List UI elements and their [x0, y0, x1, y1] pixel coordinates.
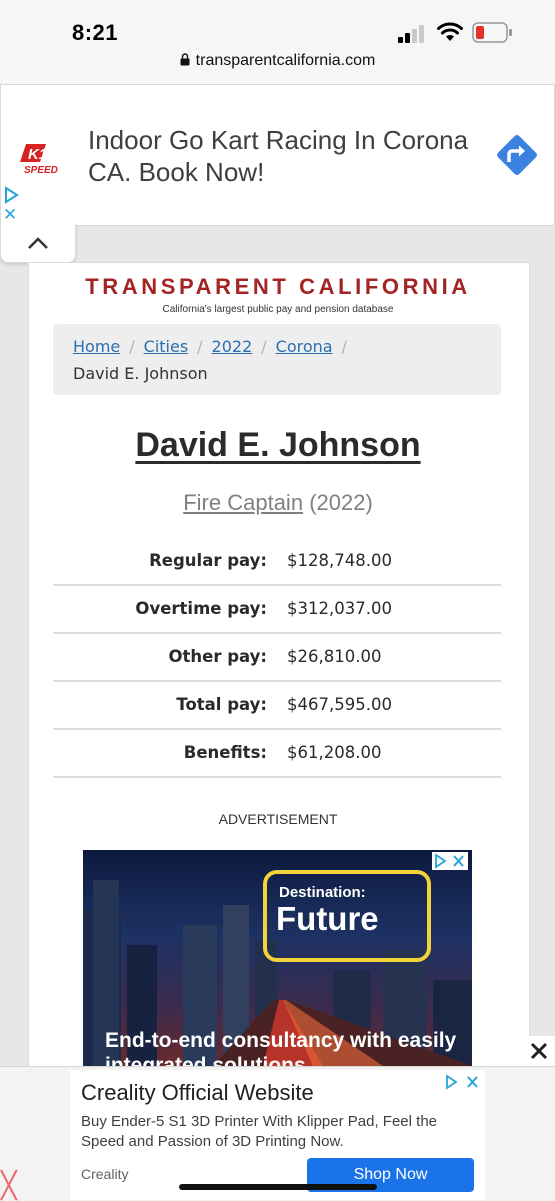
close-banner-button[interactable] — [523, 1036, 555, 1066]
breadcrumb-home-link[interactable]: Home — [73, 337, 120, 356]
bottom-ad-title[interactable]: Creality Official Website — [81, 1080, 314, 1106]
home-indicator[interactable] — [179, 1184, 377, 1190]
ad-controls[interactable] — [432, 852, 468, 870]
breadcrumb-current: David E. Johnson — [73, 364, 208, 383]
pay-label: Total pay: — [176, 695, 267, 714]
job-year: (2022) — [309, 490, 373, 515]
adchoices-close-icon[interactable] — [443, 1073, 483, 1091]
advertisement-label: ADVERTISEMENT — [218, 811, 338, 827]
ad-headline-small: Destination: — [279, 884, 366, 901]
adchoices-icon[interactable] — [2, 186, 20, 204]
close-icon — [530, 1042, 548, 1060]
breadcrumb-corona-link[interactable]: Corona — [276, 337, 333, 356]
ad-close-icon[interactable]: ✕ — [3, 205, 17, 225]
pay-row-benefits: Benefits: $61,208.00 — [53, 730, 501, 778]
breadcrumb-separator: / — [341, 337, 347, 356]
bottom-ad-source: Creality — [81, 1166, 129, 1182]
breadcrumb-separator: / — [129, 337, 135, 356]
pay-label: Other pay: — [168, 647, 267, 666]
svg-text:K1: K1 — [28, 146, 47, 163]
chevron-up-icon — [28, 237, 48, 249]
wifi-icon — [437, 22, 463, 41]
ad-body-text: End-to-end consultancy with easily integ… — [105, 1029, 457, 1066]
pay-row-other: Other pay: $26,810.00 — [53, 634, 501, 682]
breadcrumb-cities-link[interactable]: Cities — [144, 337, 189, 356]
lock-icon — [180, 53, 190, 66]
address-bar[interactable]: transparentcalifornia.com — [0, 52, 555, 70]
site-tagline: California's largest public pay and pens… — [162, 304, 394, 315]
pay-row-regular: Regular pay: $128,748.00 — [53, 538, 501, 586]
svg-text:SPEED: SPEED — [24, 165, 58, 176]
employee-name: David E. Johnson — [135, 426, 421, 464]
battery-low-icon — [472, 22, 512, 43]
pay-value: $312,037.00 — [287, 599, 392, 618]
breadcrumb-separator: / — [261, 337, 267, 356]
pay-table: Regular pay: $128,748.00 Overtime pay: $… — [53, 538, 501, 778]
pay-value: $467,595.00 — [287, 695, 392, 714]
ad-headline-large: Future — [276, 900, 379, 937]
pay-label: Overtime pay: — [135, 599, 267, 618]
pay-row-overtime: Overtime pay: $312,037.00 — [53, 586, 501, 634]
pay-label: Benefits: — [183, 743, 267, 762]
directions-arrow-icon[interactable] — [494, 132, 540, 178]
side-close-icon[interactable]: ╳ — [1, 1170, 17, 1201]
pay-value: $26,810.00 — [287, 647, 382, 666]
breadcrumb-year-link[interactable]: 2022 — [212, 337, 253, 356]
site-logo-title[interactable]: TRANSPARENT CALIFORNIA — [28, 274, 528, 300]
pay-value: $61,208.00 — [287, 743, 382, 762]
job-title-link[interactable]: Fire Captain — [183, 490, 303, 515]
pay-row-total: Total pay: $467,595.00 — [53, 682, 501, 730]
url-text: transparentcalifornia.com — [195, 52, 376, 69]
bottom-ad-description: Buy Ender-5 S1 3D Printer With Klipper P… — [81, 1113, 438, 1150]
cellular-signal-icon — [398, 25, 424, 43]
breadcrumb-separator: / — [197, 337, 203, 356]
pay-value: $128,748.00 — [287, 551, 392, 570]
adchoices-close-icon[interactable] — [432, 852, 468, 870]
breadcrumb: Home / Cities / 2022 / Corona / David E. Johnso… — [53, 324, 501, 395]
k1-speed-logo: K1 SPEED — [20, 144, 58, 176]
top-ad-text[interactable]: Indoor Go Kart Racing In Corona CA. Book… — [88, 124, 498, 188]
pay-label: Regular pay: — [149, 551, 267, 570]
status-clock: 8:21 — [72, 20, 119, 45]
job-title-row: Fire Captain (2022) — [28, 490, 528, 516]
inline-image-ad[interactable]: Destination: Future End-to-end consultan… — [83, 850, 472, 1066]
collapse-ad-button[interactable] — [0, 224, 76, 263]
